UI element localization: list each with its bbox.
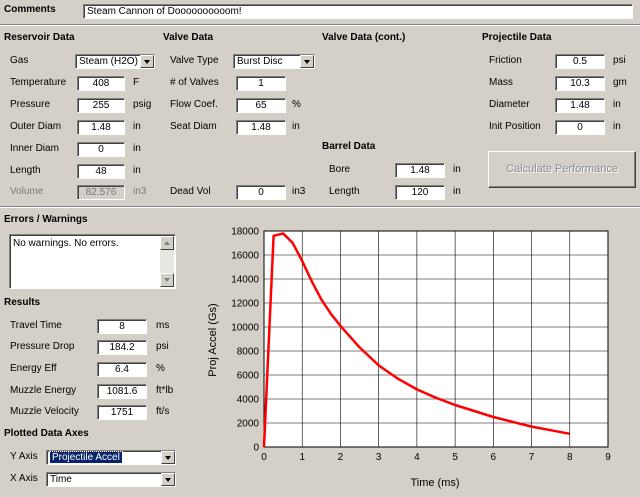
chart-xlabel: Time (ms) xyxy=(410,477,459,489)
chart-ylabel: Proj Accel (Gs) xyxy=(207,303,219,376)
y-tick-label: 8000 xyxy=(237,347,260,358)
x-tick-label: 3 xyxy=(376,452,382,463)
x-tick-label: 4 xyxy=(414,452,420,463)
x-tick-label: 0 xyxy=(261,452,267,463)
y-tick-label: 10000 xyxy=(231,323,259,334)
y-tick-label: 2000 xyxy=(237,419,260,430)
x-tick-label: 6 xyxy=(491,452,497,463)
x-tick-label: 1 xyxy=(299,452,305,463)
x-tick-label: 7 xyxy=(529,452,535,463)
plot-area xyxy=(264,231,608,447)
y-tick-label: 12000 xyxy=(231,299,259,310)
y-tick-label: 4000 xyxy=(237,395,260,406)
x-tick-label: 9 xyxy=(605,452,611,463)
x-tick-label: 2 xyxy=(338,452,344,463)
chart-grid xyxy=(263,230,609,448)
x-tick-label: 5 xyxy=(452,452,458,463)
y-tick-label: 0 xyxy=(253,443,259,454)
x-tick-label: 8 xyxy=(567,452,573,463)
acceleration-chart: 0 1 2 3 4 5 6 7 8 9 0 2000 4000 6000 8000 10000 12000 140… xyxy=(207,227,611,490)
y-tick-label: 18000 xyxy=(231,227,259,238)
y-tick-label: 16000 xyxy=(231,251,259,262)
y-tick-label: 14000 xyxy=(231,275,259,286)
y-tick-label: 6000 xyxy=(237,371,260,382)
